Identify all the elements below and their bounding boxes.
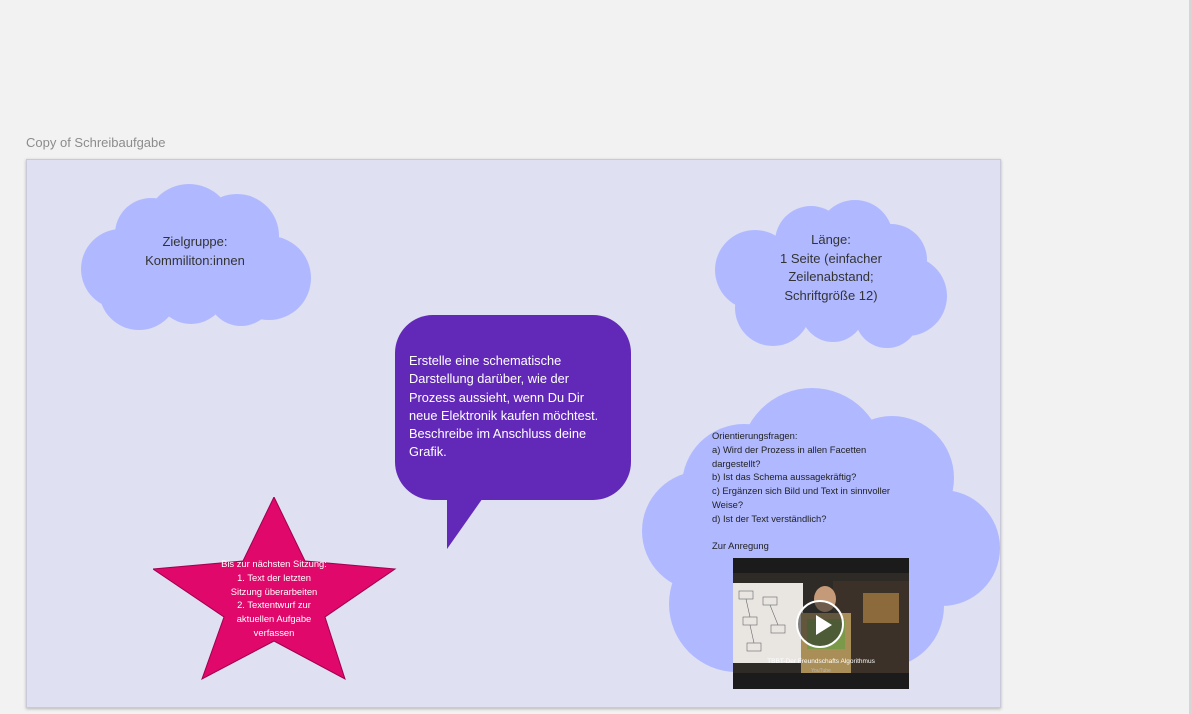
orientierung-line — [712, 526, 917, 540]
youtube-video-embed[interactable]: TBBT-Der Freundschafts Algorithmus YouTu… — [733, 558, 909, 689]
zielgruppe-text: Zielgruppe: Kommiliton:innen — [125, 233, 265, 270]
board-title: Copy of Schreibaufgabe — [26, 135, 166, 150]
orientierung-line: d) Ist der Text verständlich? — [712, 512, 827, 524]
deadline-line: Bis zur nächsten Sitzung: — [221, 558, 327, 569]
task-text: Erstelle eine schematische Darstellung d… — [409, 352, 621, 462]
zielgruppe-line: Zielgruppe: — [162, 234, 228, 249]
orientierung-line: Weise? — [712, 498, 744, 510]
task-line: Prozess aussieht, wenn Du Dir — [409, 389, 584, 405]
orientierung-line: dargestellt? — [712, 457, 761, 469]
laenge-line: 1 Seite (einfacher — [780, 250, 882, 266]
orientierung-line: a) Wird der Prozess in allen Facetten — [712, 443, 867, 455]
deadline-line: verfassen — [253, 626, 295, 638]
task-line: neue Elektronik kaufen möchtest. — [409, 407, 599, 423]
laenge-line: Zeilenabstand; — [788, 269, 874, 284]
deadline-line: aktuellen Aufgabe — [236, 613, 312, 625]
orientierung-line: b) Ist das Schema aussagekräftig? — [712, 471, 857, 483]
orientierung-line: Zur Anregung — [712, 540, 769, 552]
task-line: Darstellung darüber, wie der — [409, 371, 570, 387]
laenge-text: Länge: 1 Seite (einfacher Zeilenabstand;… — [757, 231, 905, 305]
laenge-line: Schriftgröße 12) — [784, 287, 878, 303]
zielgruppe-line: Kommiliton:innen — [145, 252, 245, 268]
orientierung-line: c) Ergänzen sich Bild und Text in sinnvo… — [712, 485, 891, 497]
orientierung-text: Orientierungsfragen: a) Wird der Prozess… — [712, 429, 917, 553]
play-icon[interactable] — [796, 600, 844, 648]
whiteboard-canvas[interactable]: Zielgruppe: Kommiliton:innen Länge: 1 Se… — [26, 159, 1001, 708]
deadline-line: 2. Textentwurf zur — [237, 599, 311, 611]
video-title: TBBT-Der Freundschafts Algorithmus — [767, 658, 875, 665]
task-line: Erstelle eine schematische — [409, 353, 562, 368]
orientierung-line: Orientierungsfragen: — [712, 430, 798, 441]
task-line: Grafik. — [409, 444, 447, 460]
deadline-line: Sitzung überarbeiten — [230, 585, 318, 597]
deadline-text: Bis zur nächsten Sitzung: 1. Text der le… — [210, 557, 338, 640]
task-line: Beschreibe im Anschluss deine — [409, 426, 587, 442]
laenge-line: Länge: — [811, 232, 851, 247]
video-source: YouTube — [811, 668, 831, 674]
deadline-line: 1. Text der letzten — [237, 571, 311, 583]
